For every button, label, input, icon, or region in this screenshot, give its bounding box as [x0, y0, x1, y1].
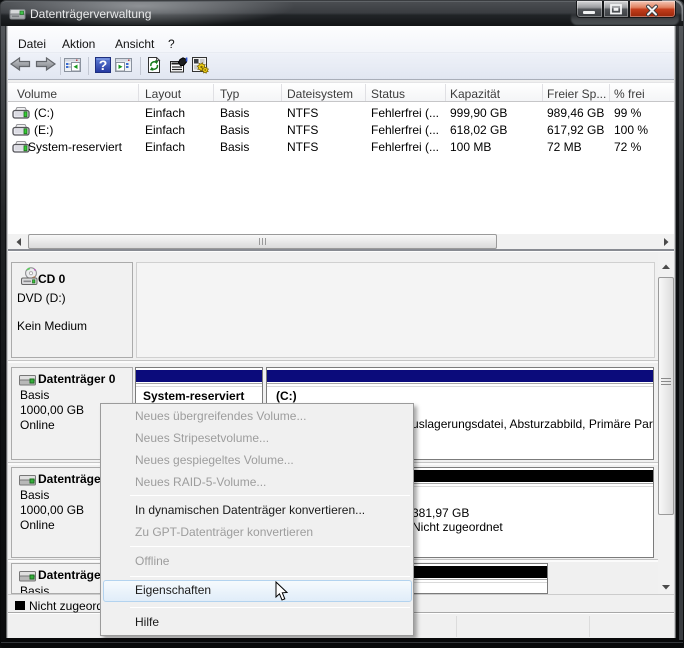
svg-text:?: ?	[99, 57, 108, 73]
